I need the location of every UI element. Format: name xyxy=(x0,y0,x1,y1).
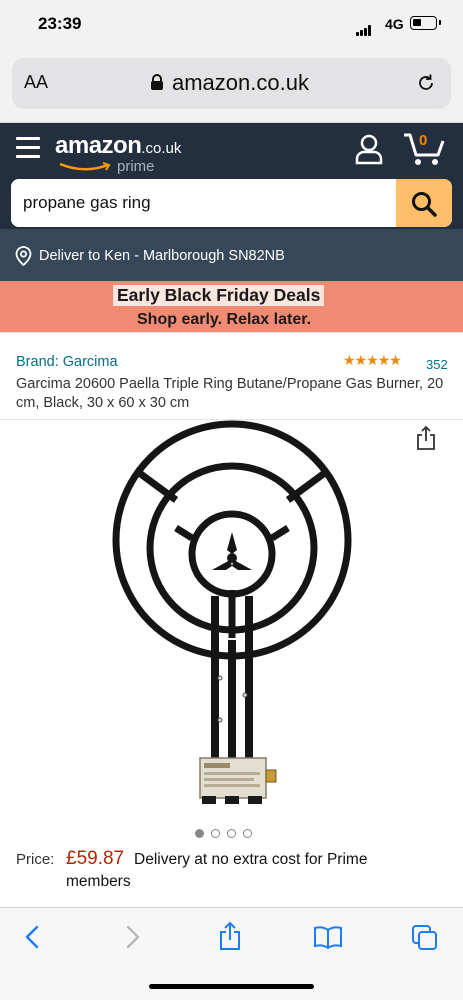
bookmarks-icon[interactable] xyxy=(313,925,343,949)
home-indicator xyxy=(149,984,314,989)
back-icon[interactable] xyxy=(22,924,44,950)
status-time: 23:39 xyxy=(38,14,82,33)
image-carousel-dots[interactable] xyxy=(195,825,259,843)
network-type: 4G xyxy=(385,16,404,32)
url-text[interactable]: amazon.co.uk xyxy=(172,70,309,96)
carousel-dot[interactable] xyxy=(227,829,236,838)
search-button[interactable] xyxy=(396,179,452,227)
brand-link[interactable]: Brand: Garcima xyxy=(16,354,118,370)
share-icon[interactable] xyxy=(415,425,437,451)
product-title: Garcima 20600 Paella Triple Ring Butane/… xyxy=(16,376,444,411)
carousel-dot[interactable] xyxy=(195,829,204,838)
menu-icon[interactable] xyxy=(16,137,40,159)
amazon-header: amazon.co.uk prime 0 xyxy=(0,123,463,229)
address-bar[interactable]: AA amazon.co.uk xyxy=(12,58,451,109)
price-label: Price: xyxy=(16,851,55,868)
logo-wordmark: amazon xyxy=(55,132,142,159)
logo-prime: prime xyxy=(117,158,155,175)
product-image[interactable] xyxy=(98,420,366,808)
lock-icon xyxy=(151,74,163,90)
rating-count[interactable]: 352 xyxy=(426,357,448,372)
signal-icon xyxy=(356,18,372,36)
battery-icon xyxy=(410,16,441,30)
share-icon[interactable] xyxy=(218,921,242,951)
carousel-dot[interactable] xyxy=(243,829,252,838)
banner-headline: Early Black Friday Deals xyxy=(113,285,325,306)
status-bar: 23:39 4G xyxy=(0,0,463,50)
reload-icon[interactable] xyxy=(415,72,437,94)
delivery-info-continued: members xyxy=(66,873,131,890)
amazon-logo[interactable]: amazon.co.uk prime xyxy=(55,132,182,175)
smile-icon xyxy=(59,162,111,171)
promo-banner[interactable]: Early Black Friday Deals Shop early. Rel… xyxy=(0,281,463,332)
divider xyxy=(0,332,463,333)
location-pin-icon xyxy=(15,246,32,266)
deliver-to-text: Deliver to Ken - Marlborough SN82NB xyxy=(39,248,285,264)
search-input[interactable] xyxy=(11,179,396,227)
price-value: £59.87 xyxy=(66,848,125,869)
logo-suffix: .co.uk xyxy=(141,140,182,157)
carousel-dot[interactable] xyxy=(211,829,220,838)
search-box xyxy=(11,179,452,227)
cart-count: 0 xyxy=(419,132,428,149)
banner-subline: Shop early. Relax later. xyxy=(137,311,312,328)
account-icon[interactable] xyxy=(354,133,384,165)
tabs-icon[interactable] xyxy=(411,924,439,952)
delivery-info: Delivery at no extra cost for Prime xyxy=(134,851,368,868)
star-rating[interactable]: ★★★★★ xyxy=(343,352,402,369)
forward-icon[interactable] xyxy=(121,924,143,950)
deliver-to-bar[interactable]: Deliver to Ken - Marlborough SN82NB xyxy=(0,229,463,281)
search-icon xyxy=(412,192,437,217)
reader-options-button[interactable]: AA xyxy=(24,72,48,93)
browser-address-area: AA amazon.co.uk xyxy=(0,50,463,123)
